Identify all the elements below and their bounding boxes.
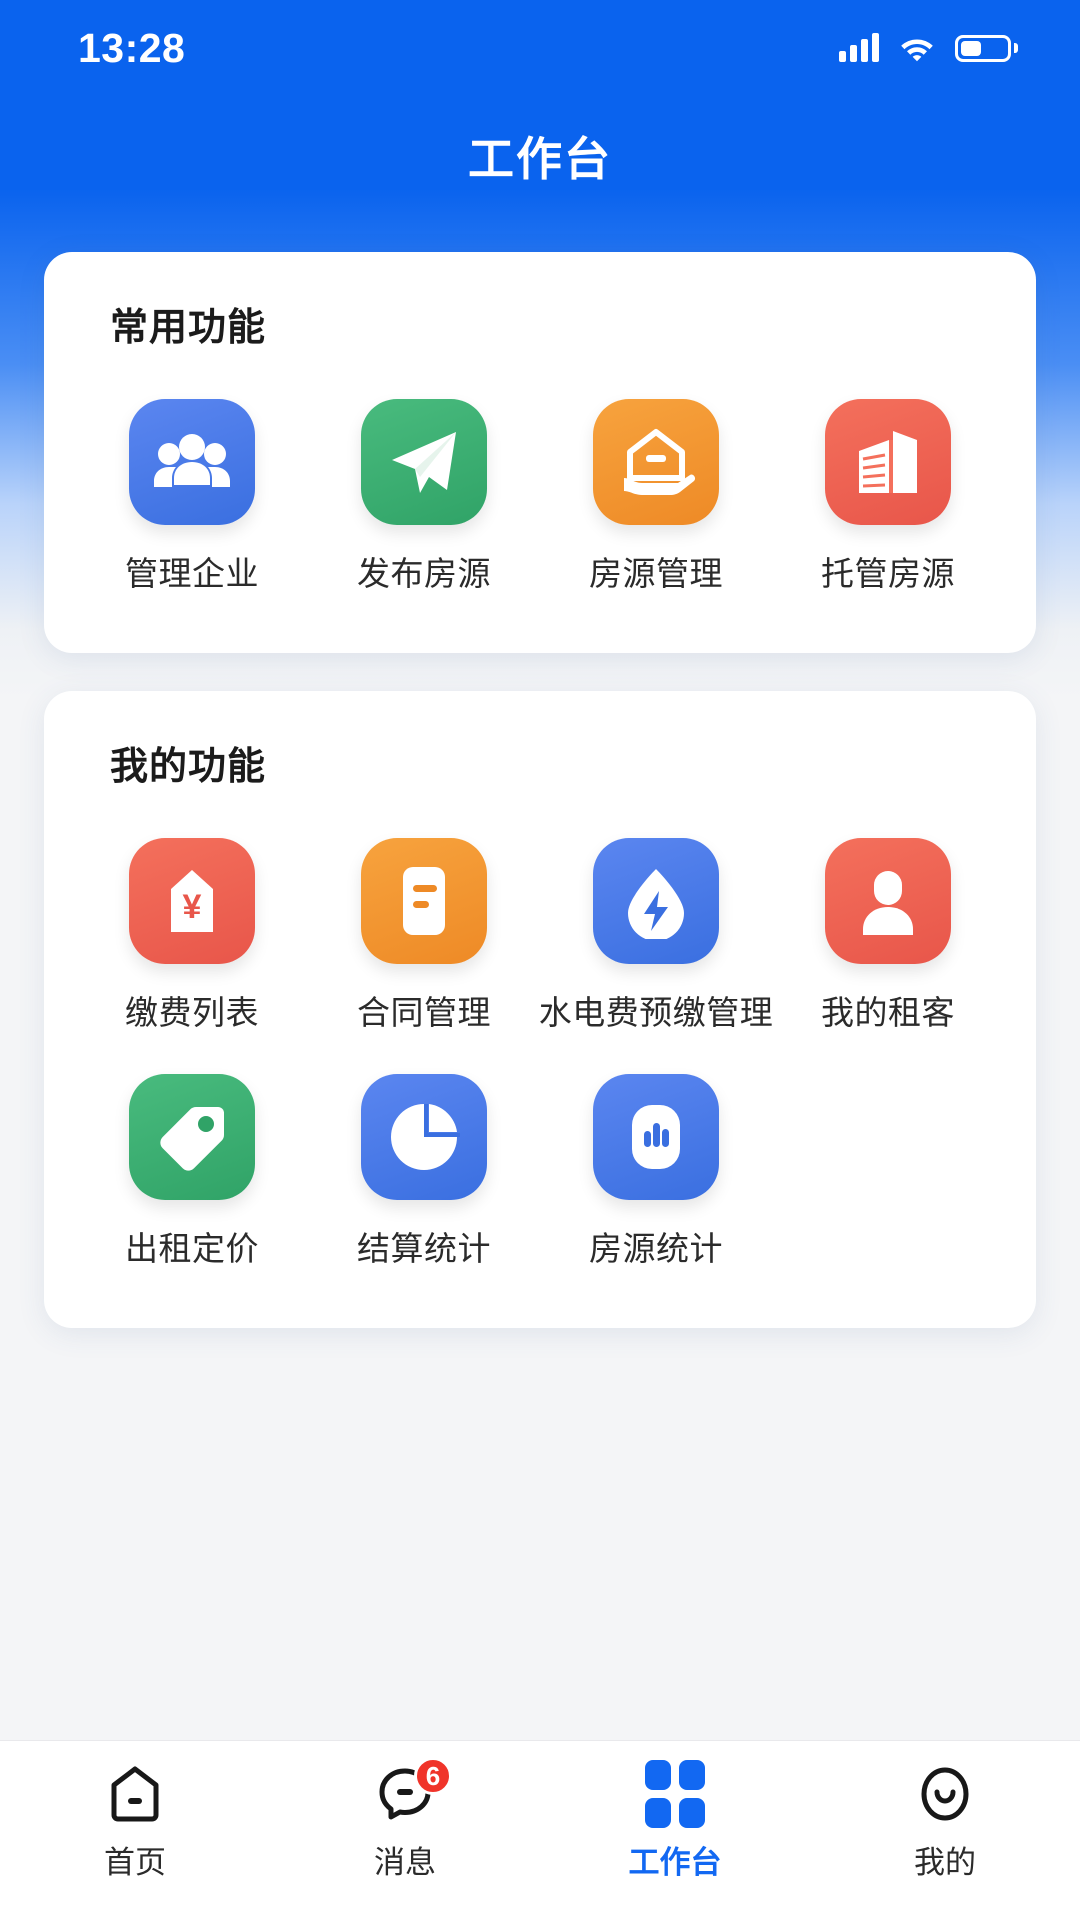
bar-chart-icon [593, 1074, 719, 1200]
tab-label: 首页 [104, 1845, 166, 1880]
main-content: 常用功能 管理企业 发布房源 房源管理 托管房源 我的功能 ¥ 缴费列表 合同管… [0, 216, 1080, 1328]
person-icon [825, 838, 951, 964]
function-item-manage-enterprise[interactable]: 管理企业 [76, 377, 308, 613]
page-header: 工作台 [0, 96, 1080, 216]
workbench-page: 13:28 工作台 常用功能 管理企业 发布房源 房源管理 托管房源 我的功能 … [0, 0, 1080, 1920]
function-item-listing-stats[interactable]: 房源统计 [540, 1052, 772, 1288]
bottom-tab-bar: 首页 6 消息 工作台 我的 [0, 1740, 1080, 1920]
wifi-icon [901, 39, 933, 62]
function-item-my-tenants[interactable]: 我的租客 [772, 816, 1004, 1052]
signal-bars-icon [839, 33, 879, 62]
smiley-face-icon [914, 1763, 976, 1825]
function-item-trusteeship-listing[interactable]: 托管房源 [772, 377, 1004, 613]
paper-plane-icon [361, 399, 487, 525]
function-item-label: 合同管理 [357, 994, 491, 1031]
function-item-label: 缴费列表 [125, 994, 259, 1031]
function-grid: 管理企业 发布房源 房源管理 托管房源 [76, 377, 1004, 613]
tab-messages[interactable]: 6 消息 [270, 1757, 540, 1882]
section-title: 常用功能 [110, 307, 267, 349]
function-item-label: 出租定价 [125, 1230, 259, 1267]
function-item-label: 房源统计 [589, 1230, 723, 1267]
section-card-common-functions: 常用功能 管理企业 发布房源 房源管理 托管房源 [44, 252, 1036, 653]
function-item-label: 房源管理 [589, 555, 723, 592]
status-bar-icons [839, 33, 1018, 62]
buildings-icon [825, 399, 951, 525]
status-bar: 13:28 [0, 0, 1080, 96]
tab-mine[interactable]: 我的 [810, 1763, 1080, 1882]
house-in-hand-icon [593, 399, 719, 525]
function-grid-spacer [772, 1052, 1004, 1288]
water-drop-bolt-icon [593, 838, 719, 964]
function-item-label: 管理企业 [125, 555, 259, 592]
tab-label: 消息 [374, 1845, 436, 1880]
function-item-label: 结算统计 [357, 1230, 491, 1267]
function-item-label: 水电费预缴管理 [538, 994, 774, 1031]
status-bar-clock: 13:28 [78, 24, 186, 71]
function-item-label: 托管房源 [821, 555, 955, 592]
function-item-contract-management[interactable]: 合同管理 [308, 816, 540, 1052]
function-item-listing-management[interactable]: 房源管理 [540, 377, 772, 613]
function-item-label: 发布房源 [357, 555, 491, 592]
tab-label: 我的 [914, 1845, 976, 1880]
section-card-my-functions: 我的功能 ¥ 缴费列表 合同管理 水电费预缴管理 我的租客 出租定价 结算统计 … [44, 691, 1036, 1328]
yuan-tag-icon: ¥ [129, 838, 255, 964]
price-tag-icon [129, 1074, 255, 1200]
battery-icon [955, 34, 1018, 62]
function-item-rental-pricing[interactable]: 出租定价 [76, 1052, 308, 1288]
pie-chart-icon [361, 1074, 487, 1200]
tab-home[interactable]: 首页 [0, 1763, 270, 1882]
tab-label: 工作台 [628, 1845, 722, 1880]
function-item-publish-listing[interactable]: 发布房源 [308, 377, 540, 613]
workbench-grid-icon [644, 1760, 706, 1828]
function-item-payment-list[interactable]: ¥ 缴费列表 [76, 816, 308, 1052]
message-icon: 6 [374, 1757, 452, 1825]
home-icon [104, 1763, 166, 1825]
document-icon [361, 838, 487, 964]
people-group-icon [129, 399, 255, 525]
function-grid: ¥ 缴费列表 合同管理 水电费预缴管理 我的租客 出租定价 结算统计 房源统计 [76, 816, 1004, 1288]
function-item-settlement-stats[interactable]: 结算统计 [308, 1052, 540, 1288]
tab-workbench[interactable]: 工作台 [540, 1760, 810, 1882]
page-title: 工作台 [468, 133, 612, 185]
function-item-utility-prepayment[interactable]: 水电费预缴管理 [538, 816, 774, 1052]
svg-text:¥: ¥ [183, 888, 202, 926]
section-title: 我的功能 [110, 746, 267, 788]
function-item-label: 我的租客 [821, 994, 955, 1031]
message-badge: 6 [414, 1757, 452, 1795]
